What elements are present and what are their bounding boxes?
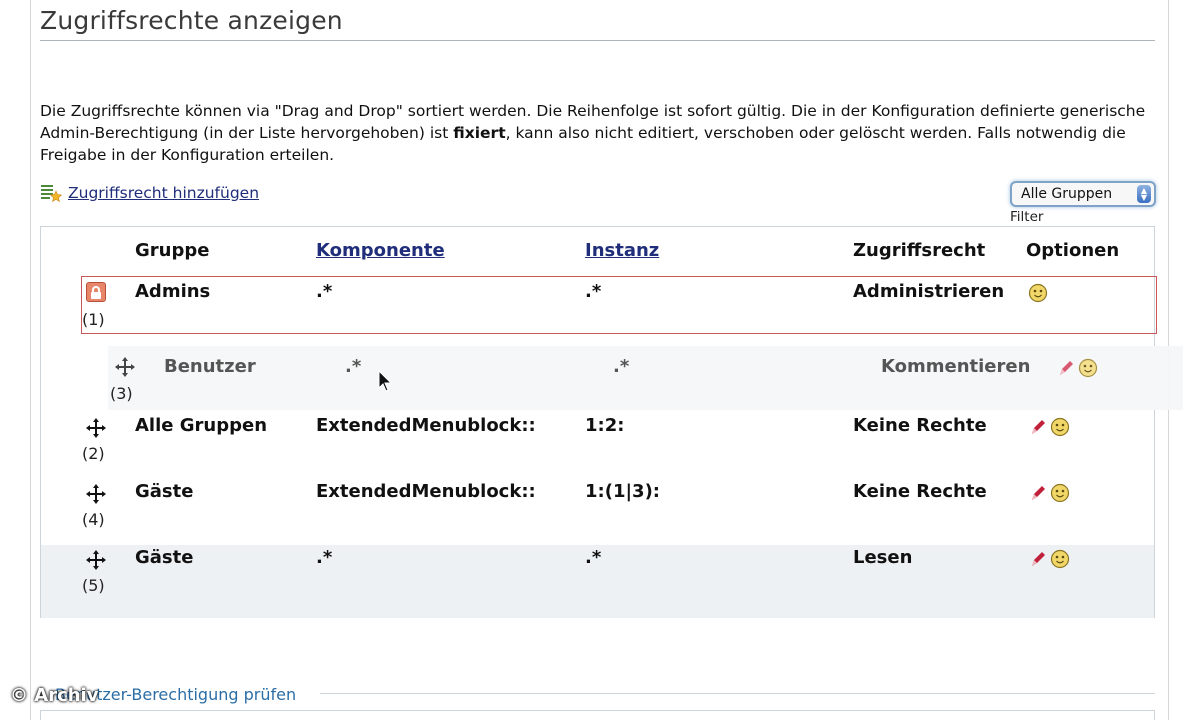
- cell-gruppe: Benutzer: [164, 356, 256, 377]
- lock-icon: [86, 282, 106, 302]
- edit-icon[interactable]: [1056, 358, 1076, 378]
- info-icon[interactable]: [1050, 417, 1070, 437]
- edit-icon[interactable]: [1028, 549, 1048, 569]
- mouse-cursor-icon: [378, 370, 393, 392]
- header-gruppe: Gruppe: [135, 240, 210, 261]
- info-icon[interactable]: [1050, 483, 1070, 503]
- cell-zugriffsrecht: Keine Rechte: [853, 415, 987, 436]
- cell-instanz: .*: [585, 281, 602, 302]
- header-komponente-sort[interactable]: Komponente: [316, 240, 445, 261]
- group-filter-value: Alle Gruppen: [1021, 186, 1113, 202]
- row-index: (4): [82, 510, 105, 529]
- add-permission-icon: [41, 185, 62, 203]
- title-divider: [40, 40, 1155, 41]
- cell-instanz: 1:(1|3):: [585, 481, 660, 502]
- move-icon[interactable]: [85, 549, 107, 571]
- info-icon[interactable]: [1028, 283, 1048, 303]
- cell-gruppe: Gäste: [135, 547, 194, 568]
- cell-gruppe: Gäste: [135, 481, 194, 502]
- group-filter-select[interactable]: Alle Gruppen ▲ ▼: [1010, 181, 1156, 207]
- edit-icon[interactable]: [1028, 417, 1048, 437]
- user-permission-check-panel: [40, 710, 1155, 720]
- cell-instanz: .*: [613, 356, 630, 377]
- cell-instanz: 1:2:: [585, 415, 625, 436]
- row-index: (5): [82, 576, 105, 595]
- cell-gruppe: Alle Gruppen: [135, 415, 268, 436]
- add-permission-link[interactable]: Zugriffsrecht hinzufügen: [40, 183, 259, 203]
- row-index: (2): [82, 444, 105, 463]
- info-icon[interactable]: [1050, 549, 1070, 569]
- page-title: Zugriffsrechte anzeigen: [40, 6, 343, 35]
- description-text: Die Zugriffsrechte können via "Drag and …: [40, 100, 1150, 166]
- cell-gruppe: Admins: [135, 281, 211, 302]
- cell-komponente: ExtendedMenublock::: [316, 481, 536, 502]
- header-optionen: Optionen: [1026, 240, 1120, 261]
- move-icon[interactable]: [85, 483, 107, 505]
- archive-watermark: © Archiv: [10, 685, 99, 706]
- row-index: (1): [82, 310, 105, 329]
- header-zugriffsrecht: Zugriffsrecht: [853, 240, 986, 261]
- move-icon[interactable]: [114, 356, 136, 378]
- cell-instanz: .*: [585, 547, 602, 568]
- cell-komponente: .*: [316, 281, 333, 302]
- section-divider: [320, 693, 1155, 694]
- select-arrows-icon: ▲ ▼: [1137, 185, 1151, 203]
- cell-zugriffsrecht: Kommentieren: [881, 356, 1031, 377]
- cell-zugriffsrecht: Administrieren: [853, 281, 1005, 302]
- filter-label: Filter: [1010, 209, 1044, 225]
- row-index: (3): [110, 384, 133, 403]
- description-bold: fixiert: [453, 124, 506, 142]
- cell-komponente: .*: [316, 547, 333, 568]
- frame-left-border: [30, 0, 31, 720]
- cell-komponente: .*: [345, 356, 362, 377]
- add-permission-label: Zugriffsrecht hinzufügen: [68, 184, 260, 202]
- cell-zugriffsrecht: Lesen: [853, 547, 913, 568]
- move-icon[interactable]: [85, 417, 107, 439]
- edit-icon[interactable]: [1028, 483, 1048, 503]
- cell-komponente: ExtendedMenublock::: [316, 415, 536, 436]
- header-instanz-sort[interactable]: Instanz: [585, 240, 659, 261]
- cell-zugriffsrecht: Keine Rechte: [853, 481, 987, 502]
- info-icon[interactable]: [1078, 358, 1098, 378]
